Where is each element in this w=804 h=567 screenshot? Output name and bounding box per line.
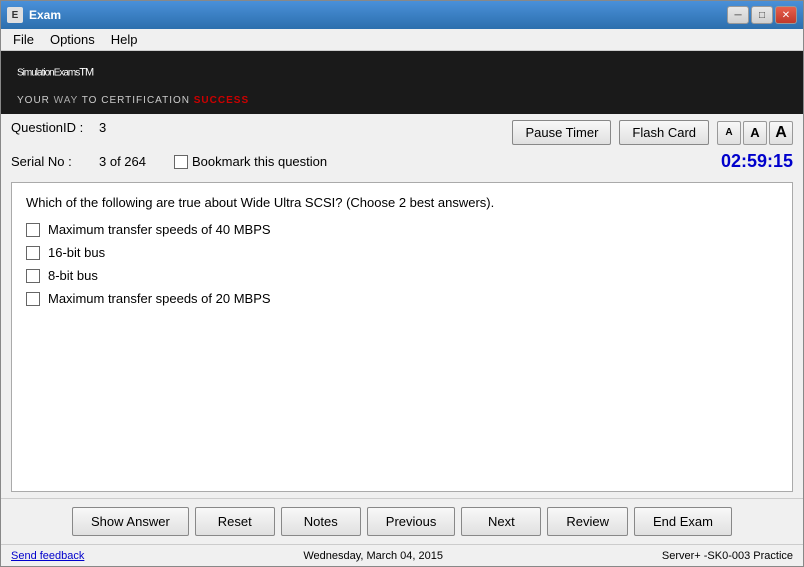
- minimize-button[interactable]: ─: [727, 6, 749, 24]
- question-id-value: 3: [99, 120, 106, 135]
- banner-logo: SimulationExamsTM: [17, 61, 787, 93]
- app-icon: E: [7, 7, 23, 23]
- show-answer-button[interactable]: Show Answer: [72, 507, 189, 536]
- close-button[interactable]: ✕: [775, 6, 797, 24]
- font-large-button[interactable]: A: [769, 121, 793, 145]
- info-right: Pause Timer Flash Card A A A: [512, 120, 793, 145]
- next-button[interactable]: Next: [461, 507, 541, 536]
- bottom-bar: Show Answer Reset Notes Previous Next Re…: [1, 498, 803, 544]
- answer-option-1: Maximum transfer speeds of 40 MBPS: [26, 222, 778, 237]
- question-area: Which of the following are true about Wi…: [11, 182, 793, 492]
- bookmark-checkbox[interactable]: [174, 155, 188, 169]
- window-controls: ─ □ ✕: [727, 6, 797, 24]
- status-date: Wednesday, March 04, 2015: [84, 550, 661, 562]
- serial-label: Serial No :: [11, 154, 91, 169]
- question-id-label: QuestionID :: [11, 120, 91, 135]
- font-small-button[interactable]: A: [717, 121, 741, 145]
- menu-bar: File Options Help: [1, 29, 803, 51]
- title-bar: E Exam ─ □ ✕: [1, 1, 803, 29]
- bookmark-label: Bookmark this question: [192, 154, 327, 169]
- status-bar: Send feedback Wednesday, March 04, 2015 …: [1, 544, 803, 566]
- end-exam-button[interactable]: End Exam: [634, 507, 732, 536]
- previous-button[interactable]: Previous: [367, 507, 456, 536]
- answer-option-3: 8-bit bus: [26, 268, 778, 283]
- font-medium-button[interactable]: A: [743, 121, 767, 145]
- serial-row: Serial No : 3 of 264 Bookmark this quest…: [1, 149, 803, 176]
- pause-timer-button[interactable]: Pause Timer: [512, 120, 611, 145]
- question-id-row: QuestionID : 3: [11, 120, 106, 135]
- menu-options[interactable]: Options: [42, 30, 103, 49]
- checkbox-opt3[interactable]: [26, 269, 40, 283]
- checkbox-opt1[interactable]: [26, 223, 40, 237]
- menu-file[interactable]: File: [5, 30, 42, 49]
- option-text-1: Maximum transfer speeds of 40 MBPS: [48, 222, 271, 237]
- checkbox-opt2[interactable]: [26, 246, 40, 260]
- menu-help[interactable]: Help: [103, 30, 146, 49]
- option-text-3: 8-bit bus: [48, 268, 98, 283]
- info-left: QuestionID : 3: [11, 120, 106, 135]
- review-button[interactable]: Review: [547, 507, 628, 536]
- serial-value: 3 of 264: [99, 154, 146, 169]
- option-text-2: 16-bit bus: [48, 245, 105, 260]
- tagline-way: WAY: [54, 95, 78, 106]
- tagline-success: SUCCESS: [194, 95, 249, 106]
- feedback-link[interactable]: Send feedback: [11, 550, 84, 562]
- notes-button[interactable]: Notes: [281, 507, 361, 536]
- checkbox-opt4[interactable]: [26, 292, 40, 306]
- tagline-pre: YOUR: [17, 95, 54, 106]
- status-practice: Server+ -SK0-003 Practice: [662, 550, 793, 562]
- banner-tagline: YOUR WAY TO CERTIFICATION SUCCESS: [17, 95, 787, 106]
- answer-option-4: Maximum transfer speeds of 20 MBPS: [26, 291, 778, 306]
- question-text: Which of the following are true about Wi…: [26, 195, 778, 210]
- reset-button[interactable]: Reset: [195, 507, 275, 536]
- font-size-controls: A A A: [717, 121, 793, 145]
- banner: SimulationExamsTM YOUR WAY TO CERTIFICAT…: [1, 51, 803, 114]
- answer-option-2: 16-bit bus: [26, 245, 778, 260]
- info-bar: QuestionID : 3 Pause Timer Flash Card A …: [1, 114, 803, 149]
- trademark: TM: [79, 67, 93, 79]
- window-title: Exam: [29, 8, 727, 22]
- option-text-4: Maximum transfer speeds of 20 MBPS: [48, 291, 271, 306]
- maximize-button[interactable]: □: [751, 6, 773, 24]
- timer-display: 02:59:15: [721, 151, 793, 172]
- main-window: E Exam ─ □ ✕ File Options Help Simulatio…: [0, 0, 804, 567]
- flash-card-button[interactable]: Flash Card: [619, 120, 709, 145]
- tagline-mid: TO CERTIFICATION: [78, 95, 194, 106]
